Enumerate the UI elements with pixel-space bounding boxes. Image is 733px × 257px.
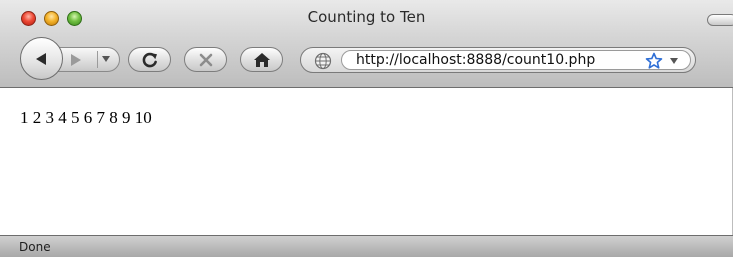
star-icon[interactable] (645, 52, 663, 70)
window-title: Counting to Ten (307, 8, 426, 26)
globe-icon (314, 52, 332, 70)
site-identity-button[interactable] (305, 49, 341, 71)
url-text: http://localhost:8888/count10.php (356, 52, 596, 68)
url-field[interactable]: http://localhost:8888/count10.php (341, 50, 691, 70)
toolbar-toggle-button[interactable] (707, 14, 733, 26)
status-bar: Done (0, 235, 733, 257)
address-bar: http://localhost:8888/count10.php (300, 47, 696, 73)
status-text: Done (19, 240, 51, 254)
stop-icon (199, 53, 212, 66)
back-arrow-icon (35, 52, 46, 65)
chevron-down-icon[interactable] (669, 57, 679, 65)
forward-arrow-icon (71, 54, 81, 66)
reload-icon (142, 52, 157, 67)
page-content: 1 2 3 4 5 6 7 8 9 10 (0, 88, 733, 235)
back-button[interactable] (20, 37, 63, 80)
home-icon (253, 52, 270, 67)
home-button[interactable] (240, 47, 283, 72)
history-menu-icon[interactable] (101, 55, 111, 63)
stop-button[interactable] (184, 47, 227, 72)
toolbar-divider (97, 51, 98, 68)
forward-button[interactable] (54, 47, 120, 72)
browser-chrome: Counting to Ten http://localhost:8888/co… (0, 0, 733, 88)
browser-window: Counting to Ten http://localhost:8888/co… (0, 0, 733, 257)
page-body-text: 1 2 3 4 5 6 7 8 9 10 (20, 108, 152, 127)
reload-button[interactable] (128, 47, 171, 72)
back-forward-group (20, 37, 120, 80)
